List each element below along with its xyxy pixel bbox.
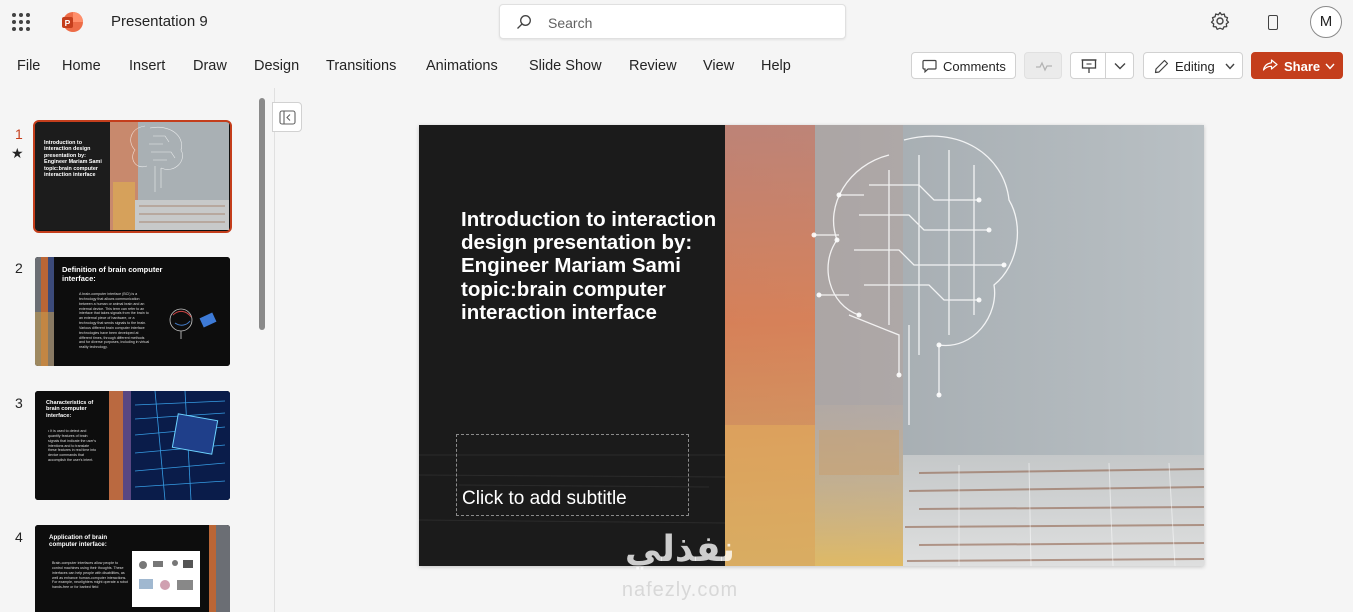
tab-animations[interactable]: Animations (426, 58, 498, 74)
present-button[interactable] (1070, 52, 1134, 79)
tab-file[interactable]: File (17, 58, 40, 74)
thumbnail-2-title: Definition of brain computer interface: (62, 265, 163, 283)
thumbnail-4-title: Application of brain computer interface: (49, 534, 108, 549)
chevron-down-icon (1325, 63, 1335, 70)
comment-icon (922, 59, 937, 73)
tab-transitions[interactable]: Transitions (326, 58, 396, 74)
share-icon (1262, 59, 1278, 71)
watermark-latin: nafezly.com (621, 579, 739, 601)
thumbnail-3-body: • It is used to detect and quantify feat… (48, 429, 97, 463)
tab-slide-show[interactable]: Slide Show (529, 58, 602, 74)
tab-help[interactable]: Help (761, 58, 791, 74)
thumbnail-2-body: A brain-computer interface (BCI) is a te… (79, 292, 150, 350)
catch-up-button[interactable] (1024, 52, 1062, 79)
slide-title-text[interactable]: Introduction to interaction design prese… (461, 208, 721, 324)
activity-icon (1036, 61, 1052, 72)
share-label: Share (1284, 59, 1321, 74)
thumbnail-4-body: Brain-computer interfaces allow people t… (52, 561, 128, 590)
user-avatar[interactable]: M (1310, 6, 1342, 38)
current-slide[interactable]: Introduction to interaction design prese… (419, 125, 1204, 566)
title-bar: P Presentation 9 Search M (0, 0, 1353, 44)
slide-thumbnail-pane[interactable]: 1 ★ Introduction to interaction design p… (0, 88, 270, 612)
chevron-down-icon (1225, 63, 1235, 70)
tab-review[interactable]: Review (629, 58, 677, 74)
collapse-thumbnails-button[interactable] (272, 102, 302, 132)
logo-letter: P (65, 18, 71, 28)
slide-thumbnail-1[interactable]: Introduction to interaction design prese… (33, 120, 232, 233)
comments-button[interactable]: Comments (911, 52, 1016, 79)
animation-star-icon: ★ (11, 145, 24, 161)
document-title[interactable]: Presentation 9 (111, 13, 208, 30)
slide-thumbnail-3[interactable]: Characteristics of brain computer interf… (35, 391, 230, 500)
slide-number-2: 2 (15, 260, 23, 276)
watermark-arabic: نفذلي (624, 529, 736, 570)
search-icon (517, 15, 531, 29)
thumbnail-scrollbar[interactable] (259, 98, 265, 330)
tab-draw[interactable]: Draw (193, 58, 227, 74)
slide-number-1: 1 (15, 126, 23, 142)
chevron-down-icon[interactable] (1114, 62, 1126, 70)
pencil-icon (1154, 59, 1169, 74)
comments-label: Comments (943, 59, 1006, 74)
search-box[interactable]: Search (499, 4, 846, 39)
tab-view[interactable]: View (703, 58, 734, 74)
present-divider (1105, 53, 1106, 78)
settings-gear-icon[interactable] (1210, 11, 1230, 31)
subtitle-placeholder-box[interactable]: Click to add subtitle (456, 434, 689, 516)
search-placeholder: Search (548, 15, 593, 31)
watermark: نفذلي nafezly.com (590, 528, 770, 602)
ribbon-tabs: File Home Insert Draw Design Transitions… (0, 44, 1353, 88)
tab-insert[interactable]: Insert (129, 58, 165, 74)
slide-number-4: 4 (15, 529, 23, 545)
presenter-icon (1081, 59, 1097, 73)
thumbnail-1-title: Introduction to interaction design prese… (44, 140, 102, 179)
collapse-pane-icon (279, 110, 296, 125)
subtitle-placeholder-text: Click to add subtitle (462, 488, 627, 509)
slide-thumbnail-2[interactable]: Definition of brain computer interface: … (35, 257, 230, 366)
share-button[interactable]: Share (1251, 52, 1343, 79)
tab-home[interactable]: Home (62, 58, 101, 74)
powerpoint-logo-icon: P (62, 12, 83, 32)
tab-design[interactable]: Design (254, 58, 299, 74)
mobile-device-icon[interactable] (1268, 15, 1278, 30)
editing-label: Editing (1175, 59, 1215, 74)
app-launcher-icon[interactable] (12, 13, 30, 31)
editing-mode-button[interactable]: Editing (1143, 52, 1243, 79)
thumbnail-3-title: Characteristics of brain computer interf… (46, 400, 94, 419)
slide-thumbnail-4[interactable]: Application of brain computer interface:… (35, 525, 230, 612)
slide-number-3: 3 (15, 395, 23, 411)
